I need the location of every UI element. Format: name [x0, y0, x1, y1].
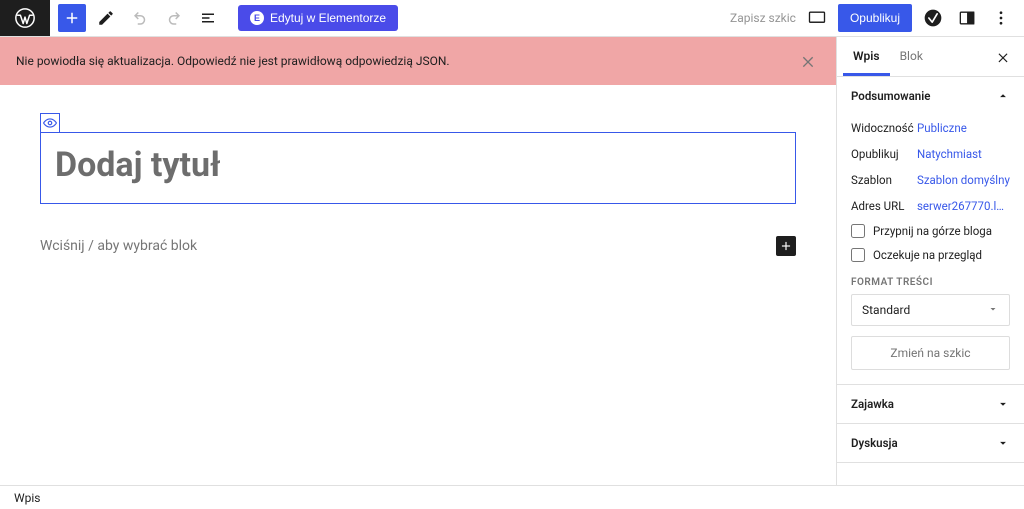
format-select[interactable]: Standard: [851, 294, 1010, 326]
edit-elementor-button[interactable]: E Edytuj w Elementorze: [238, 5, 398, 31]
sidebar-tabs: Wpis Blok: [837, 37, 1024, 77]
more-options-button[interactable]: [988, 5, 1014, 31]
summary-panel-toggle[interactable]: Podsumowanie: [837, 77, 1024, 115]
editor-canvas: Nie powiodła się aktualizacja. Odpowiedź…: [0, 37, 836, 485]
error-dismiss-button[interactable]: [796, 49, 820, 73]
discussion-panel-toggle[interactable]: Dyskusja: [837, 424, 1024, 462]
preview-button[interactable]: [804, 5, 830, 31]
elementor-icon: E: [250, 11, 264, 25]
discussion-panel-title: Dyskusja: [851, 436, 898, 450]
sidebar-close-button[interactable]: [988, 42, 1018, 72]
pending-label: Oczekuje na przegląd: [873, 248, 982, 262]
pending-checkbox-row[interactable]: Oczekuje na przegląd: [851, 243, 1010, 267]
summary-panel: Podsumowanie Widoczność Publiczne Opubli…: [837, 77, 1024, 385]
tab-post[interactable]: Wpis: [843, 37, 890, 76]
error-notice: Nie powiodła się aktualizacja. Odpowiedź…: [0, 37, 836, 85]
discussion-panel: Dyskusja: [837, 424, 1024, 463]
chevron-up-icon: [996, 89, 1010, 103]
visibility-value[interactable]: Publiczne: [917, 121, 1010, 135]
pin-checkbox-row[interactable]: Przypnij na górze bloga: [851, 219, 1010, 243]
switch-to-draft-button[interactable]: Zmień na szkic: [851, 336, 1010, 370]
error-message: Nie powiodła się aktualizacja. Odpowiedź…: [16, 54, 450, 68]
visibility-label: Widoczność: [851, 121, 917, 135]
visibility-eye-icon[interactable]: [40, 113, 60, 133]
excerpt-panel-toggle[interactable]: Zajawka: [837, 385, 1024, 423]
post-title-block[interactable]: [40, 132, 796, 204]
chevron-down-icon: [996, 436, 1010, 450]
tab-block[interactable]: Blok: [890, 37, 933, 76]
inline-add-block-button[interactable]: [776, 236, 796, 256]
template-value[interactable]: Szablon domyślny: [917, 173, 1010, 187]
add-block-button[interactable]: [58, 4, 86, 32]
pin-checkbox[interactable]: [851, 224, 865, 238]
chevron-down-icon: [987, 303, 999, 317]
format-heading: FORMAT TREŚCI: [851, 277, 1010, 288]
chevron-down-icon: [996, 397, 1010, 411]
url-value[interactable]: serwer267770.lh.pl/a...: [917, 199, 1010, 213]
publish-value[interactable]: Natychmiast: [917, 147, 1010, 161]
settings-sidebar: Wpis Blok Podsumowanie Widoczność Public…: [836, 37, 1024, 485]
document-outline-button[interactable]: [194, 4, 222, 32]
edit-tools-button[interactable]: [92, 4, 120, 32]
toolbar-right-group: Zapisz szkic Opublikuj: [730, 0, 1024, 36]
redo-button[interactable]: [160, 4, 188, 32]
summary-panel-title: Podsumowanie: [851, 89, 930, 103]
breadcrumb-item[interactable]: Wpis: [14, 491, 41, 505]
elementor-button-label: Edytuj w Elementorze: [270, 11, 386, 25]
settings-panel-toggle[interactable]: [954, 5, 980, 31]
url-label: Adres URL: [851, 199, 917, 213]
format-value: Standard: [862, 303, 910, 317]
undo-button[interactable]: [126, 4, 154, 32]
toolbar-left-group: E Edytuj w Elementorze: [50, 0, 406, 36]
template-label: Szablon: [851, 173, 917, 187]
yoast-icon[interactable]: [920, 5, 946, 31]
top-toolbar: E Edytuj w Elementorze Zapisz szkic Opub…: [0, 0, 1024, 37]
post-title-input[interactable]: [55, 145, 781, 185]
pin-label: Przypnij na górze bloga: [873, 224, 992, 238]
excerpt-panel: Zajawka: [837, 385, 1024, 424]
pending-checkbox[interactable]: [851, 248, 865, 262]
block-breadcrumb[interactable]: Wpis: [0, 485, 1024, 509]
excerpt-panel-title: Zajawka: [851, 397, 894, 411]
publish-button[interactable]: Opublikuj: [838, 4, 912, 32]
publish-label: Opublikuj: [851, 147, 917, 161]
wp-logo[interactable]: [0, 0, 50, 36]
save-draft-link[interactable]: Zapisz szkic: [730, 11, 796, 25]
block-prompt-text[interactable]: Wciśnij / aby wybrać blok: [40, 238, 776, 254]
